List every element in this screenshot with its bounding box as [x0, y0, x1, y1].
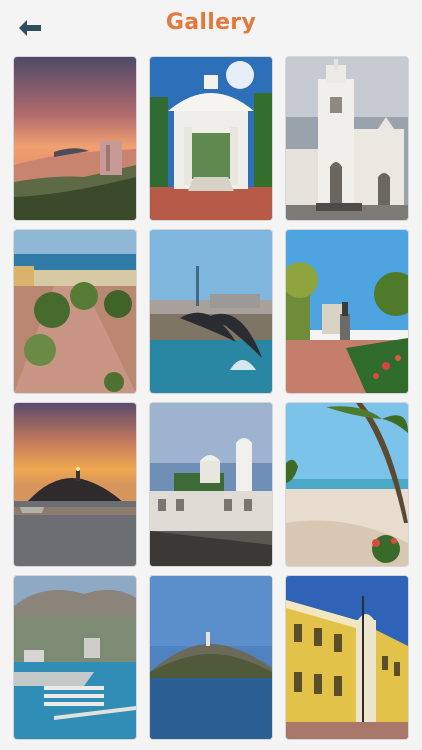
photo-dolphin-statue[interactable]: [150, 230, 272, 393]
photo-marina-aerial[interactable]: [14, 576, 136, 739]
photo-yellow-colonial-building[interactable]: [286, 576, 408, 739]
photo-white-kiosk[interactable]: [150, 57, 272, 220]
photo-rocky-island-lighthouse[interactable]: [150, 576, 272, 739]
photo-promenade-beach[interactable]: [14, 230, 136, 393]
photo-palm-beach[interactable]: [286, 403, 408, 566]
app-header: Gallery: [0, 0, 422, 56]
photo-grid: [14, 57, 408, 739]
photo-white-cathedral[interactable]: [286, 57, 408, 220]
page-title: Gallery: [165, 10, 257, 35]
photo-island-lighthouse-sunset[interactable]: [14, 403, 136, 566]
photo-sunset-coast-city[interactable]: [14, 57, 136, 220]
photo-white-buildings-domes[interactable]: [150, 403, 272, 566]
photo-park-statue[interactable]: [286, 230, 408, 393]
